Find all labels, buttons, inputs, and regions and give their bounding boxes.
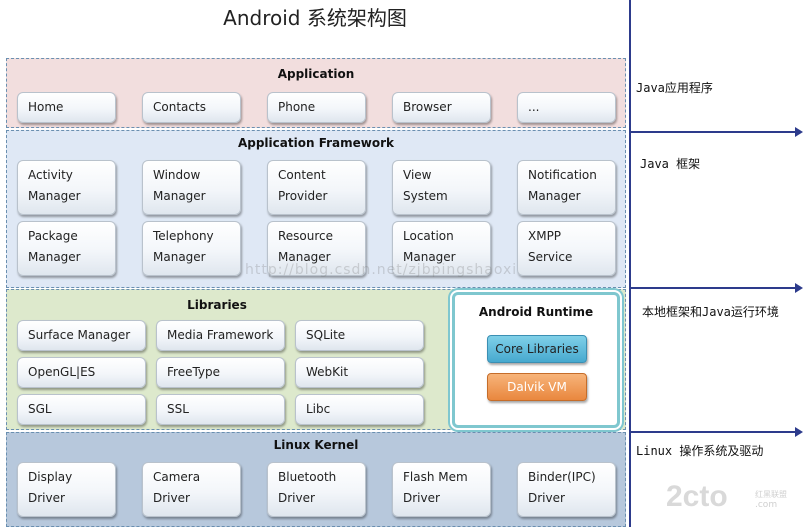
component-label: Binder(IPC) [528, 470, 596, 484]
side-label-java-apps: Java应用程序 [636, 81, 713, 95]
component-label: Manager [28, 250, 81, 264]
app-phone: Phone [267, 92, 366, 123]
component-label: SSL [167, 402, 189, 416]
component-label: Window [153, 168, 201, 182]
component-label: Surface Manager [28, 328, 131, 342]
core-libraries-box: Core Libraries [487, 335, 587, 363]
component-label: FreeType [167, 365, 221, 379]
lib-webkit: WebKit [295, 357, 424, 388]
libraries-layer-title: Libraries [187, 298, 247, 312]
side-label-native-runtime: 本地框架和Java运行环境 [642, 305, 779, 319]
fw-activity-manager: Activity Manager [17, 160, 116, 215]
kernel-camera-driver: Camera Driver [142, 462, 241, 517]
component-label: Driver [278, 491, 315, 505]
dalvik-vm-box: Dalvik VM [487, 373, 587, 401]
fw-view-system: View System [392, 160, 491, 215]
arrow-3 [631, 427, 803, 437]
lib-sgl: SGL [17, 394, 146, 425]
component-label: Manager [153, 250, 206, 264]
kernel-display-driver: Display Driver [17, 462, 116, 517]
lib-surface-manager: Surface Manager [17, 320, 146, 351]
component-label: System [403, 189, 448, 203]
component-label: Driver [28, 491, 65, 505]
component-label: Package [28, 229, 78, 243]
component-label: Camera [153, 470, 201, 484]
side-label-java-framework: Java 框架 [640, 157, 701, 171]
fw-window-manager: Window Manager [142, 160, 241, 215]
component-label: SQLite [306, 328, 346, 342]
component-label: Manager [528, 189, 581, 203]
watermark: http://blog.csdn.net/zjbpingshaoxi [245, 262, 518, 278]
fw-xmpp-service: XMPP Service [517, 221, 616, 276]
component-label: Content [278, 168, 326, 182]
logo-sub-text: 红黑联盟 [755, 490, 787, 499]
component-label: Telephony [153, 229, 214, 243]
lib-media-framework: Media Framework [156, 320, 285, 351]
component-label: Flash Mem [403, 470, 468, 484]
component-label: Service [528, 250, 573, 264]
lib-libc: Libc [295, 394, 424, 425]
component-label: SGL [28, 402, 52, 416]
lib-ssl: SSL [156, 394, 285, 425]
component-label: View [403, 168, 432, 182]
lib-opengl-es: OpenGL|ES [17, 357, 146, 388]
component-label: WebKit [306, 365, 349, 379]
kernel-flash-mem-driver: Flash Mem Driver [392, 462, 491, 517]
component-label: Browser [403, 100, 452, 114]
arrow-2 [631, 283, 803, 293]
fw-telephony-manager: Telephony Manager [142, 221, 241, 276]
component-label: Location [403, 229, 454, 243]
runtime-title: Android Runtime [478, 305, 594, 319]
component-label: Manager [28, 189, 81, 203]
kernel-layer-title: Linux Kernel [273, 438, 359, 452]
vertical-divider [629, 0, 631, 527]
logo-domain-text: .com [755, 500, 778, 510]
side-label-linux: Linux 操作系统及驱动 [636, 444, 764, 458]
fw-content-provider: Content Provider [267, 160, 366, 215]
component-label: OpenGL|ES [28, 365, 96, 379]
fw-package-manager: Package Manager [17, 221, 116, 276]
fw-notification-manager: Notification Manager [517, 160, 616, 215]
component-label: Contacts [153, 100, 206, 114]
app-home: Home [17, 92, 116, 123]
app-contacts: Contacts [142, 92, 241, 123]
app-browser: Browser [392, 92, 491, 123]
lib-freetype: FreeType [156, 357, 285, 388]
framework-layer-title: Application Framework [237, 136, 395, 150]
arrow-1 [631, 127, 803, 137]
component-label: Home [28, 100, 64, 114]
component-label: Manager [153, 189, 206, 203]
component-label: Media Framework [167, 328, 274, 342]
android-runtime-box: Android Runtime Core Libraries Dalvik VM [450, 290, 622, 430]
component-label: Driver [528, 491, 565, 505]
component-label: Libc [306, 402, 331, 416]
component-label: Notification [528, 168, 597, 182]
component-label: Display [28, 470, 73, 484]
diagram-title: Android 系统架构图 [223, 6, 407, 30]
component-label: Driver [403, 491, 440, 505]
app-: ... [517, 92, 616, 123]
kernel-bluetooth-driver: Bluetooth Driver [267, 462, 366, 517]
component-label: Bluetooth [278, 470, 337, 484]
component-label: Phone [278, 100, 316, 114]
component-label: Provider [278, 189, 328, 203]
component-label: XMPP [528, 229, 562, 243]
site-logo: 2cto [666, 480, 728, 513]
component-label: Activity [28, 168, 73, 182]
component-label: Driver [153, 491, 190, 505]
component-label: ... [528, 100, 540, 114]
lib-sqlite: SQLite [295, 320, 424, 351]
kernel-binder-ipc-driver: Binder(IPC) Driver [517, 462, 616, 517]
application-layer-title: Application [277, 67, 355, 81]
component-label: Resource [278, 229, 334, 243]
